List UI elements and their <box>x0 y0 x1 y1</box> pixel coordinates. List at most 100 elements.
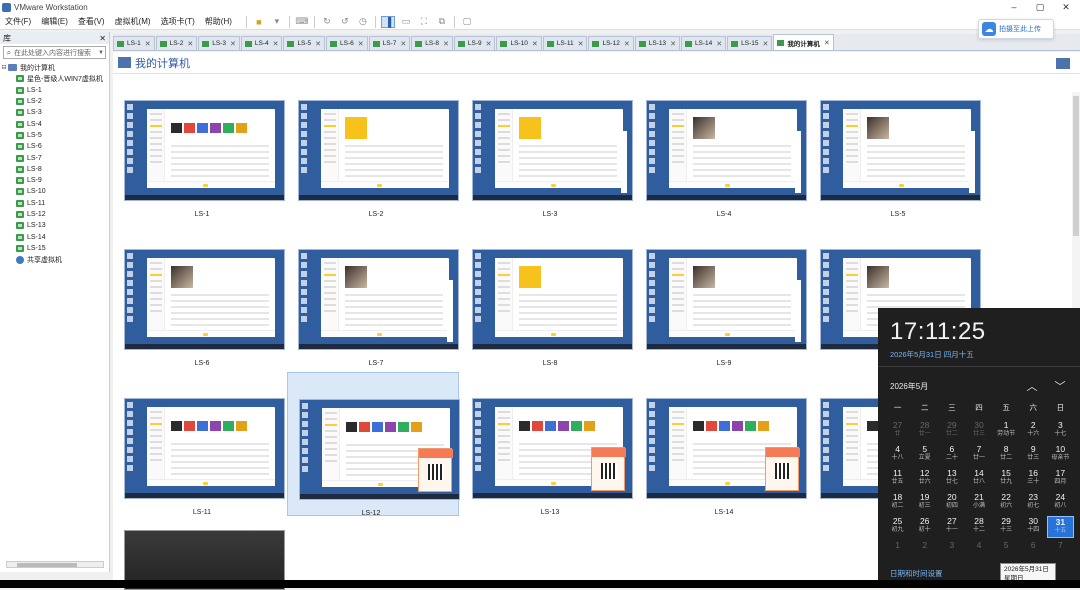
calendar-day[interactable]: 2 十六 <box>1020 420 1047 442</box>
power-icon[interactable]: ■ <box>252 16 266 28</box>
tree-item-vm[interactable]: LS-13 <box>0 220 109 231</box>
vm-thumbnail-card[interactable]: LS-9 <box>641 249 807 387</box>
close-icon[interactable]: ✕ <box>486 40 492 48</box>
calendar-day[interactable]: 13 廿七 <box>938 468 965 490</box>
tab-ls-2[interactable]: LS-2 ✕ <box>155 36 198 50</box>
vm-thumbnail-card[interactable]: LS-11 <box>119 398 285 536</box>
vm-screen-preview[interactable] <box>820 100 981 201</box>
vm-thumbnail-card[interactable]: LS-4 <box>641 100 807 238</box>
close-icon[interactable]: ✕ <box>624 40 630 48</box>
calendar-day[interactable]: 1 劳动节 <box>993 420 1020 442</box>
calendar-day[interactable]: 16 三十 <box>1020 468 1047 490</box>
tree-item-vm[interactable]: LS-12 <box>0 209 109 220</box>
tab-ls-4[interactable]: LS-4 ✕ <box>240 36 283 50</box>
tree-item-vm[interactable]: LS-2 <box>0 96 109 107</box>
calendar-day[interactable]: 31 十五 <box>1046 516 1074 538</box>
vm-screen-preview[interactable] <box>298 100 459 201</box>
tree-item-vm[interactable]: LS-5 <box>0 130 109 141</box>
vm-thumbnail-card[interactable]: LS-13 <box>467 398 633 536</box>
tree-root-my-computer[interactable]: ⊟ 我的计算机 <box>0 62 109 73</box>
tab-ls-14[interactable]: LS-14 ✕ <box>680 36 727 50</box>
tab-ls-6[interactable]: LS-6 ✕ <box>326 36 368 50</box>
collapse-icon[interactable]: ⊟ <box>0 64 8 71</box>
calendar-day[interactable]: 9 廿三 <box>1020 444 1047 466</box>
vm-screen-preview[interactable] <box>472 398 633 499</box>
library-view-icon[interactable]: ▐ <box>380 15 395 28</box>
vm-thumbnail-card[interactable]: LS-12 <box>287 372 460 517</box>
maximize-button[interactable]: ▢ <box>1028 0 1052 14</box>
tree-item-vm[interactable]: LS-7 <box>0 152 109 163</box>
tab-ls-5[interactable]: LS-5 ✕ <box>283 36 326 50</box>
tab-ls-12[interactable]: LS-12 ✕ <box>588 36 634 50</box>
vm-screen-preview[interactable] <box>646 249 807 350</box>
calendar-day[interactable]: 15 廿九 <box>993 468 1020 490</box>
cloud-upload-button[interactable]: ☁ 拍摄至此上传 <box>978 19 1054 39</box>
menu-file[interactable]: 文件(F) <box>0 16 36 27</box>
close-icon[interactable]: ✕ <box>824 39 830 47</box>
calendar-day[interactable]: 29 廿二 <box>938 420 965 442</box>
close-icon[interactable]: ✕ <box>532 40 538 48</box>
close-icon[interactable]: ✕ <box>273 40 279 48</box>
tab-ls-7[interactable]: LS-7 ✕ <box>368 36 411 50</box>
tab-ls-15[interactable]: LS-15 ✕ <box>727 36 773 50</box>
close-icon[interactable]: ✕ <box>443 40 449 48</box>
tree-item-vm[interactable]: LS-6 <box>0 141 109 152</box>
calendar-day[interactable]: 6 二十 <box>938 444 965 466</box>
chevron-down-icon[interactable]: ﹀ <box>1054 378 1066 394</box>
vm-thumbnail-card[interactable]: LS-2 <box>293 100 459 238</box>
calendar-day[interactable]: 7 <box>1047 540 1074 562</box>
revert-snapshot-icon[interactable]: ↺ <box>338 16 352 28</box>
vm-screen-preview[interactable] <box>646 100 807 201</box>
calendar-day[interactable]: 19 初三 <box>911 492 938 514</box>
calendar-day[interactable]: 23 初七 <box>1020 492 1047 514</box>
vm-screen-preview[interactable] <box>472 249 633 350</box>
tree-item-vm[interactable]: LS-15 <box>0 243 109 254</box>
calendar-day[interactable]: 27 廿 <box>884 420 911 442</box>
menu-view[interactable]: 查看(V) <box>73 16 110 27</box>
vm-thumbnail-card[interactable]: LS-14 <box>641 398 807 536</box>
date-time-settings-link[interactable]: 日期和时间设置 <box>890 568 943 579</box>
close-icon[interactable]: ✕ <box>145 40 151 48</box>
calendar-day[interactable]: 28 廿一 <box>911 420 938 442</box>
calendar-month-label[interactable]: 2026年5月 <box>890 381 928 392</box>
tab-ls-1[interactable]: LS-1 ✕ <box>113 36 155 50</box>
close-icon[interactable]: ✕ <box>358 40 364 48</box>
vm-screen-preview[interactable] <box>124 249 285 350</box>
vm-screen-preview[interactable] <box>646 398 807 499</box>
tree-item-vm[interactable]: 星色-晋级人WIN7虚拟机 <box>0 73 109 84</box>
tree-item-vm[interactable]: LS-3 <box>0 107 109 118</box>
calendar-day[interactable]: 27 十一 <box>938 516 965 538</box>
library-close-icon[interactable]: ✕ <box>99 34 106 43</box>
menu-help[interactable]: 帮助(H) <box>200 16 237 27</box>
calendar-day[interactable]: 10 母亲节 <box>1047 444 1074 466</box>
calendar-day[interactable]: 5 立夏 <box>911 444 938 466</box>
send-keys-icon[interactable]: ⌨ <box>295 16 309 28</box>
calendar-day[interactable]: 22 初六 <box>993 492 1020 514</box>
tab-ls-8[interactable]: LS-8 ✕ <box>411 36 453 50</box>
fullscreen-icon[interactable]: ⛶ <box>417 16 431 28</box>
chevron-down-icon[interactable]: ▼ <box>97 50 105 56</box>
calendar-day[interactable]: 11 廿五 <box>884 468 911 490</box>
calendar-day[interactable]: 26 初十 <box>911 516 938 538</box>
tree-item-vm[interactable]: LS-8 <box>0 164 109 175</box>
calendar-day[interactable]: 28 十二 <box>965 516 992 538</box>
calendar-day[interactable]: 30 十四 <box>1020 516 1047 538</box>
calendar-day[interactable]: 20 初四 <box>938 492 965 514</box>
menu-edit[interactable]: 编辑(E) <box>36 16 73 27</box>
tree-item-vm[interactable]: LS-1 <box>0 85 109 96</box>
vm-thumbnail-card[interactable]: LS-7 <box>293 249 459 387</box>
tab-ls-11[interactable]: LS-11 ✕ <box>542 36 588 50</box>
menu-vm[interactable]: 虚拟机(M) <box>110 16 156 27</box>
close-window-button[interactable]: ✕ <box>1054 0 1078 14</box>
calendar-day[interactable]: 8 廿二 <box>993 444 1020 466</box>
tab-我的计算机[interactable]: 我的计算机 ✕ <box>773 34 834 50</box>
calendar-day[interactable]: 2 <box>911 540 938 562</box>
calendar-day[interactable]: 18 初二 <box>884 492 911 514</box>
vm-screen-preview[interactable] <box>124 100 285 201</box>
tab-ls-9[interactable]: LS-9 ✕ <box>453 36 496 50</box>
vm-screen-preview[interactable] <box>472 100 633 201</box>
calendar-day[interactable]: 29 十三 <box>993 516 1020 538</box>
unity-icon[interactable]: ⧉ <box>435 16 449 28</box>
close-icon[interactable]: ✕ <box>230 40 236 48</box>
close-icon[interactable]: ✕ <box>400 40 406 48</box>
